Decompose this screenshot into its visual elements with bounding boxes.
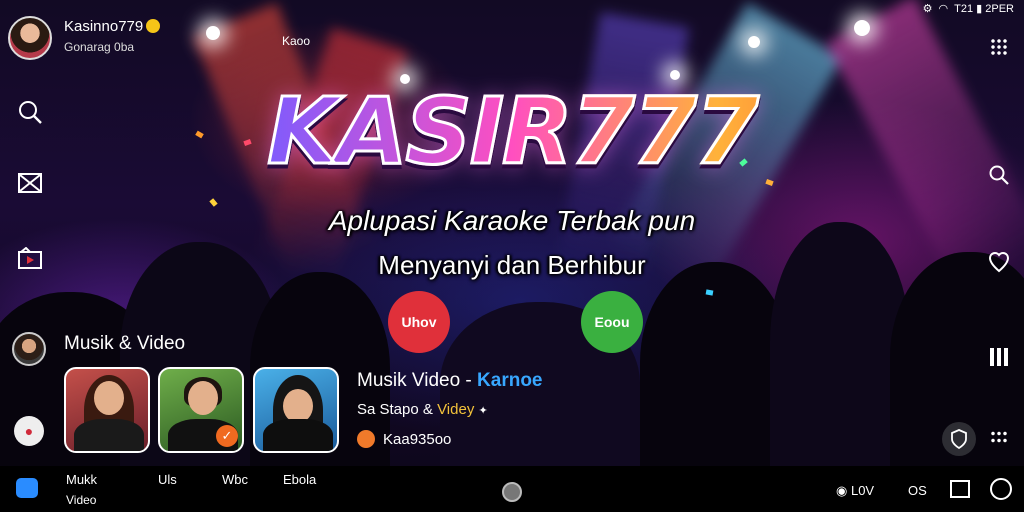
thumbnail-card[interactable]: ✓ bbox=[158, 367, 244, 453]
chat-icon: ◉ bbox=[836, 483, 848, 498]
info-line-2: Sa Stapo & Videy ✦ bbox=[357, 401, 488, 418]
profile-name-row[interactable]: Kasinno779 bbox=[64, 18, 161, 35]
equalizer-button[interactable] bbox=[986, 344, 1012, 370]
section-title: Musik & Video bbox=[64, 333, 186, 354]
bars-icon bbox=[990, 348, 1008, 366]
profile-name: Kasinno779 bbox=[64, 18, 144, 35]
sparkle-icon: ✦ bbox=[478, 405, 488, 417]
record-button[interactable]: ● bbox=[14, 416, 44, 446]
coin-icon bbox=[357, 430, 375, 448]
info-line-3-text: Kaa935oo bbox=[383, 430, 452, 448]
profile-avatar[interactable] bbox=[8, 16, 52, 60]
crowd-silhouette bbox=[640, 262, 790, 472]
right-search-button[interactable] bbox=[986, 162, 1012, 188]
thumbnail-card[interactable] bbox=[64, 367, 150, 453]
status-bar: ⚙ ◠ T21 ▮ 2PER bbox=[923, 2, 1014, 15]
info-line-3[interactable]: Kaa935oo bbox=[357, 430, 451, 448]
thumbnail-face bbox=[188, 381, 218, 415]
nav-item-music-sublabel: Video bbox=[66, 493, 97, 507]
confetti bbox=[705, 289, 714, 296]
status-text: T21 ▮ 2PER bbox=[954, 3, 1014, 15]
wifi-icon: ◠ bbox=[938, 3, 949, 15]
nav-right-2[interactable]: OS bbox=[908, 483, 927, 498]
thumbnail-body bbox=[263, 419, 333, 451]
nav-right-1-label: L0V bbox=[850, 483, 875, 498]
info-line-1-accent: Karnoe bbox=[477, 370, 543, 391]
red-action-button[interactable]: Uhov bbox=[388, 291, 450, 353]
checkmark-icon: ✓ bbox=[216, 425, 238, 447]
search-icon bbox=[989, 165, 1009, 185]
stage-light bbox=[748, 36, 760, 48]
screen-icon[interactable] bbox=[950, 480, 970, 498]
shield-icon bbox=[951, 429, 967, 449]
nav-item-music-label[interactable]: Mukk bbox=[66, 472, 97, 487]
emoji-icon bbox=[146, 19, 161, 33]
top-tag[interactable]: Kaoo bbox=[282, 34, 310, 48]
favorite-button[interactable] bbox=[986, 248, 1012, 274]
settings-icon: ⚙ bbox=[922, 3, 933, 15]
shield-button[interactable] bbox=[942, 422, 976, 456]
info-line-1-text: Musik Video - bbox=[357, 370, 478, 391]
bottom-navigation: Mukk Video Uls Wbc Ebola ◉ L0V OS bbox=[0, 466, 1024, 512]
red-action-label: Uhov bbox=[401, 314, 437, 330]
thumbnail-face bbox=[283, 389, 313, 423]
nav-item-2[interactable]: Uls bbox=[158, 472, 177, 487]
info-line-1: Musik Video - Karnoe bbox=[357, 370, 543, 392]
tagline-line-1: Aplupasi Karaoke Terbak pun bbox=[328, 205, 696, 236]
record-icon: ● bbox=[24, 423, 34, 439]
thumbnail-body bbox=[74, 419, 144, 451]
section-avatar[interactable] bbox=[12, 332, 46, 366]
nav-item-4[interactable]: Ebola bbox=[283, 472, 316, 487]
stage-light bbox=[854, 20, 870, 36]
tagline-line-2: Menyanyi dan Berhibur bbox=[378, 250, 646, 280]
green-action-label: Eoou bbox=[594, 314, 630, 330]
refresh-icon[interactable] bbox=[990, 478, 1012, 500]
home-button[interactable] bbox=[502, 482, 522, 502]
info-line-2-text: Sa Stapo & bbox=[357, 401, 438, 418]
thumbnail-face bbox=[94, 381, 124, 415]
app-logo: KASIR777 bbox=[0, 77, 1024, 187]
nav-right-1[interactable]: ◉ L0V bbox=[836, 483, 874, 499]
info-line-2-accent: Videy bbox=[437, 401, 475, 418]
grid-dots-icon[interactable] bbox=[990, 38, 1008, 56]
thumbnail-card[interactable] bbox=[253, 367, 339, 453]
heart-pin-icon bbox=[988, 252, 1010, 273]
stage-light bbox=[206, 26, 220, 40]
more-dots-icon[interactable] bbox=[990, 430, 1008, 444]
green-action-button[interactable]: Eoou bbox=[581, 291, 643, 353]
home-app-icon[interactable] bbox=[16, 478, 38, 498]
nav-item-3[interactable]: Wbc bbox=[222, 472, 248, 487]
profile-status: Gonarag 0ba bbox=[64, 40, 135, 54]
